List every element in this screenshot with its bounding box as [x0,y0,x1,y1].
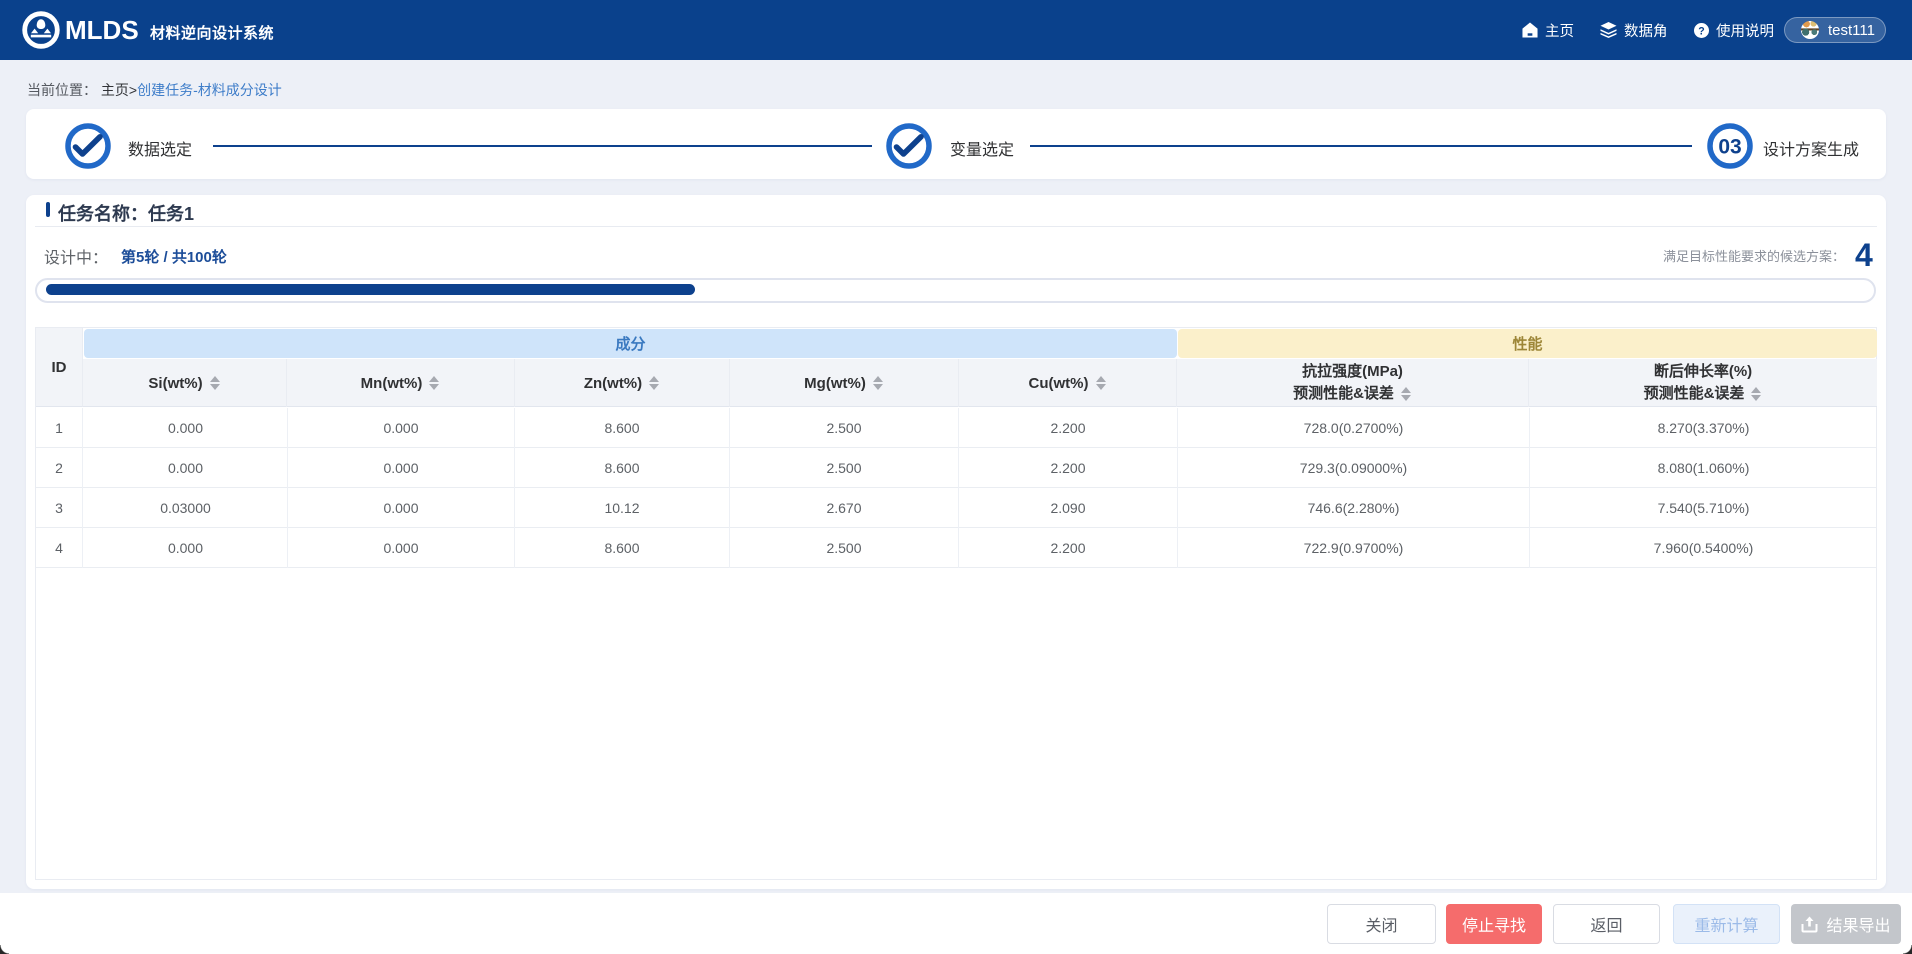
svg-text:03: 03 [1718,136,1741,159]
svg-text:?: ? [1698,25,1704,37]
